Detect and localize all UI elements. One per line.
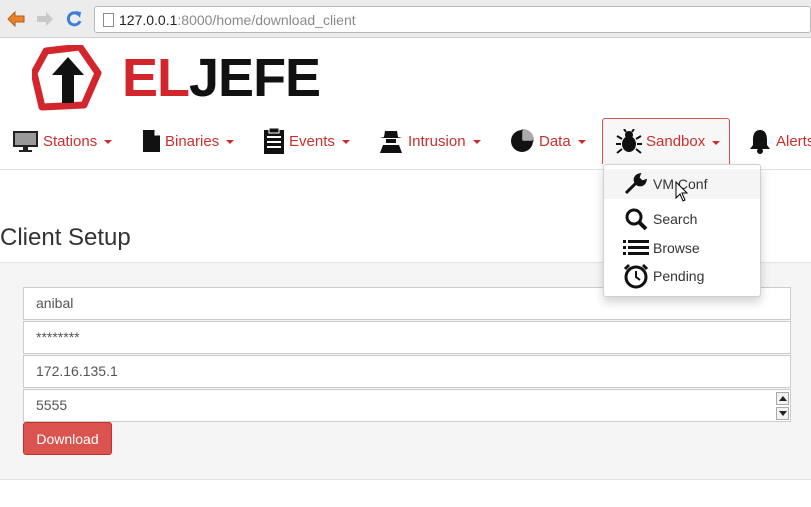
dropdown-label-browse: Browse — [653, 240, 700, 256]
dropdown-item-browse[interactable]: Browse — [604, 233, 760, 263]
mouse-pointer-icon — [675, 181, 689, 202]
url-path: :8000/home/download_client — [177, 12, 356, 28]
dropdown-label-pending: Pending — [653, 268, 705, 284]
nav-item-alerts[interactable]: Alerts — [748, 118, 811, 164]
nav-item-sandbox[interactable]: Sandbox — [602, 118, 730, 164]
stepper-down-button[interactable] — [776, 407, 789, 420]
main-navbar: Stations Binaries Events Intrusion Data … — [0, 118, 811, 170]
pie-chart-icon — [509, 128, 535, 154]
bug-icon — [616, 128, 642, 155]
stepper-up-button[interactable] — [776, 392, 789, 405]
spy-icon — [378, 129, 404, 153]
forward-button[interactable] — [35, 9, 55, 29]
nav-label-data: Data — [539, 132, 571, 150]
nav-item-data[interactable]: Data — [509, 118, 586, 164]
nav-item-binaries[interactable]: Binaries — [142, 118, 235, 164]
dropdown-item-pending[interactable]: Pending — [604, 261, 760, 291]
caret-down-icon — [472, 140, 481, 144]
ip-address-field[interactable]: 172.16.135.1 — [23, 355, 791, 388]
nav-label-intrusion: Intrusion — [408, 132, 466, 150]
logo-text-el: EL — [122, 48, 190, 108]
port-value: 5555 — [36, 397, 68, 413]
url-text: 127.0.0.1:8000/home/download_client — [119, 12, 356, 28]
caret-down-icon — [341, 140, 350, 144]
caret-down-icon — [577, 140, 586, 144]
dropdown-label-search: Search — [653, 211, 698, 227]
clipboard-icon — [263, 127, 285, 155]
nav-label-stations: Stations — [43, 132, 98, 150]
port-field[interactable]: 5555 — [23, 389, 791, 422]
nav-item-intrusion[interactable]: Intrusion — [378, 118, 481, 164]
password-field[interactable]: ******** — [23, 321, 791, 354]
nav-label-sandbox: Sandbox — [646, 133, 706, 150]
caret-down-icon — [104, 140, 113, 144]
back-button[interactable] — [6, 9, 26, 29]
back-arrow-icon — [7, 10, 25, 28]
nav-label-binaries: Binaries — [165, 132, 220, 150]
caret-down-icon — [226, 140, 235, 144]
forward-arrow-icon — [37, 12, 53, 26]
monitor-icon — [12, 130, 39, 152]
logo-text[interactable]: ELJEFE — [122, 48, 321, 108]
logo-text-jefe: JEFE — [189, 48, 321, 108]
nav-item-stations[interactable]: Stations — [12, 118, 113, 164]
nav-item-events[interactable]: Events — [263, 118, 350, 164]
url-host: 127.0.0.1 — [119, 12, 178, 28]
bell-icon — [748, 128, 772, 154]
wrench-icon — [622, 172, 650, 196]
download-button[interactable]: Download — [23, 422, 112, 455]
page-title: Client Setup — [0, 224, 131, 251]
chevron-down-icon — [778, 411, 787, 416]
nav-label-alerts: Alerts — [776, 132, 811, 150]
alarm-clock-icon — [622, 263, 650, 289]
port-stepper[interactable] — [776, 392, 789, 420]
browser-toolbar: 127.0.0.1:8000/home/download_client — [0, 0, 811, 38]
chevron-up-icon — [778, 396, 787, 401]
address-bar[interactable]: 127.0.0.1:8000/home/download_client — [94, 6, 811, 33]
eljefe-logo-icon — [30, 43, 102, 111]
caret-down-icon — [712, 140, 721, 145]
logo-mark[interactable] — [30, 43, 102, 111]
nav-label-events: Events — [289, 132, 335, 150]
reload-icon — [66, 11, 82, 27]
list-icon — [622, 236, 650, 260]
search-icon — [622, 207, 650, 231]
reload-button[interactable] — [64, 9, 84, 29]
dropdown-item-search[interactable]: Search — [604, 204, 760, 234]
page-icon — [103, 13, 114, 27]
file-icon — [142, 129, 161, 153]
